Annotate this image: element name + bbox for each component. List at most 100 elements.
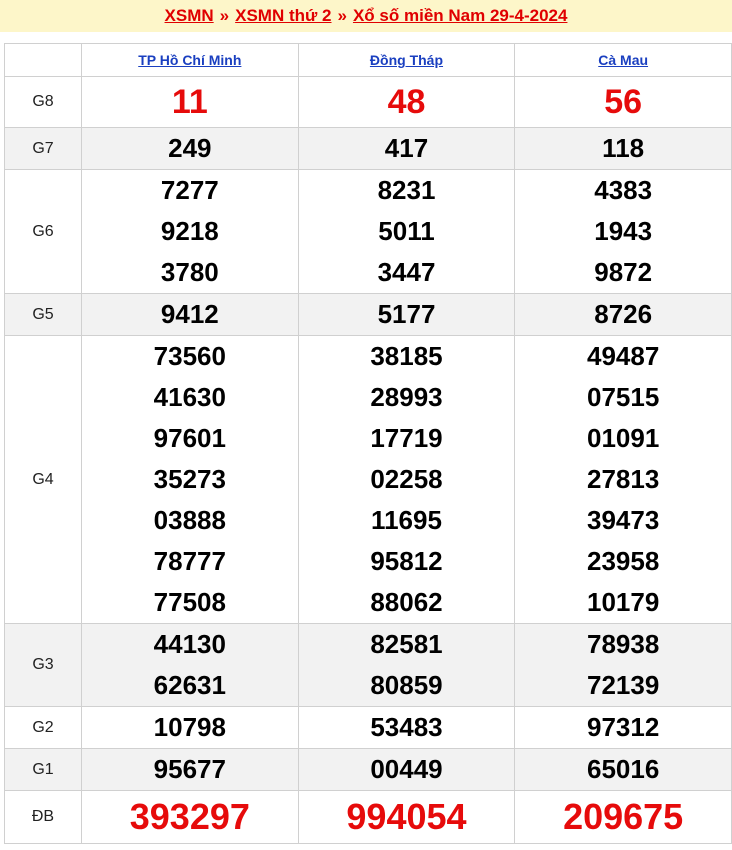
prize-cell: 49487 07515 01091 27813 39473 23958 10179 (514, 335, 732, 624)
prize-number: 9218 (160, 216, 219, 246)
prize-number: 41630 (153, 382, 226, 412)
prize-number: 10179 (587, 587, 660, 617)
prize-cell: 95677 (81, 748, 299, 791)
prize-number: 3447 (377, 257, 436, 287)
prize-number: 393297 (129, 796, 250, 837)
prize-number: 53483 (370, 712, 443, 742)
prize-cell: 8231 5011 3447 (297, 169, 516, 294)
prize-number: 77508 (153, 587, 226, 617)
prize-cell: 00449 (297, 748, 516, 791)
prize-number: 23958 (587, 546, 660, 576)
breadcrumb-xsmn-link[interactable]: XSMN (165, 6, 214, 26)
prize-label: G3 (4, 623, 82, 707)
breadcrumb: XSMN » XSMN thứ 2 » Xổ số miền Nam 29-4-… (0, 0, 732, 32)
prize-row: G2 10798 53483 97312 (4, 706, 732, 749)
province-link-ca-mau[interactable]: Cà Mau (598, 52, 648, 68)
prize-number: 95812 (370, 546, 443, 576)
breadcrumb-separator: » (337, 6, 347, 25)
prize-row: G7 249 417 118 (4, 127, 732, 170)
prize-number: 38185 (370, 341, 443, 371)
prize-cell: 11 (81, 76, 299, 128)
prize-label: G7 (4, 127, 82, 170)
prize-number: 8231 (377, 175, 436, 205)
prize-cell: 97312 (514, 706, 732, 749)
prize-row: G1 95677 00449 65016 (4, 748, 732, 791)
prize-number: 28993 (370, 382, 443, 412)
prize-number: 44130 (153, 629, 226, 659)
prize-cell: 82581 80859 (297, 623, 516, 707)
corner-cell (4, 43, 82, 77)
prize-label: G1 (4, 748, 82, 791)
results-table: TP Hồ Chí Minh Đồng Tháp Cà Mau G8 11 48 56… (4, 43, 732, 844)
prize-row: G3 44130 62631 82581 80859 78938 72139 (4, 623, 732, 707)
prize-number: 48 (387, 83, 426, 121)
prize-cell: 118 (514, 127, 732, 170)
prize-cell: 53483 (297, 706, 516, 749)
prize-number: 72139 (587, 670, 660, 700)
prize-cell: 209675 (514, 790, 732, 844)
prize-number: 82581 (370, 629, 443, 659)
prize-number: 17719 (370, 423, 443, 453)
prize-row: G8 11 48 56 (4, 76, 732, 128)
prize-cell: 5177 (297, 293, 516, 336)
prize-cell: 65016 (514, 748, 732, 791)
prize-number: 9412 (160, 299, 219, 329)
prize-number: 49487 (587, 341, 660, 371)
prize-number: 10798 (153, 712, 226, 742)
prize-cell: 7277 9218 3780 (81, 169, 299, 294)
prize-number: 62631 (153, 670, 226, 700)
prize-number: 01091 (587, 423, 660, 453)
prize-row: G5 9412 5177 8726 (4, 293, 732, 336)
prize-number: 417 (384, 133, 429, 163)
prize-table-body: G8 11 48 56 G7 249 417 118 G6 7277 9218 3780 8231 501… (4, 76, 732, 844)
prize-cell: 56 (514, 76, 732, 128)
breadcrumb-current-page[interactable]: Xổ số miền Nam 29-4-2024 (353, 6, 567, 26)
province-header: Đồng Tháp (297, 43, 516, 77)
prize-number: 78777 (153, 546, 226, 576)
prize-number: 27813 (587, 464, 660, 494)
prize-number: 118 (602, 133, 645, 163)
prize-label: G6 (4, 169, 82, 294)
prize-number: 5177 (377, 299, 436, 329)
prize-number: 07515 (587, 382, 660, 412)
prize-number: 1943 (594, 216, 653, 246)
prize-row: G4 73560 41630 97601 35273 03888 78777 77508 381… (4, 335, 732, 624)
prize-cell: 4383 1943 9872 (514, 169, 732, 294)
prize-cell: 48 (297, 76, 516, 128)
breadcrumb-xsmn-thu2-link[interactable]: XSMN thứ 2 (235, 6, 331, 26)
prize-cell: 73560 41630 97601 35273 03888 78777 77508 (81, 335, 299, 624)
prize-cell: 249 (81, 127, 299, 170)
province-link-hcm[interactable]: TP Hồ Chí Minh (138, 52, 241, 68)
province-link-dong-thap[interactable]: Đồng Tháp (370, 52, 443, 68)
prize-cell: 44130 62631 (81, 623, 299, 707)
prize-cell: 8726 (514, 293, 732, 336)
prize-number: 95677 (153, 754, 226, 784)
prize-number: 209675 (563, 796, 684, 837)
prize-number: 80859 (370, 670, 443, 700)
prize-number: 02258 (370, 464, 443, 494)
prize-number: 97312 (587, 712, 660, 742)
prize-cell: 10798 (81, 706, 299, 749)
prize-label: G5 (4, 293, 82, 336)
prize-number: 03888 (153, 505, 226, 535)
province-header: Cà Mau (514, 43, 732, 77)
prize-label: G2 (4, 706, 82, 749)
prize-label: G8 (4, 76, 82, 128)
prize-number: 9872 (594, 257, 653, 287)
prize-number: 8726 (594, 299, 653, 329)
prize-number: 73560 (153, 341, 226, 371)
prize-cell: 994054 (297, 790, 516, 844)
prize-number: 88062 (370, 587, 443, 617)
prize-number: 11 (171, 83, 208, 121)
prize-number: 65016 (587, 754, 660, 784)
prize-number: 56 (604, 83, 643, 121)
province-header: TP Hồ Chí Minh (81, 43, 299, 77)
prize-number: 39473 (587, 505, 660, 535)
prize-number: 3780 (160, 257, 219, 287)
prize-number: 11695 (371, 505, 442, 535)
prize-row: ĐB 393297 994054 209675 (4, 790, 732, 844)
prize-number: 249 (168, 133, 212, 163)
prize-cell: 38185 28993 17719 02258 11695 95812 88062 (297, 335, 516, 624)
prize-cell: 78938 72139 (514, 623, 732, 707)
prize-number: 35273 (153, 464, 226, 494)
